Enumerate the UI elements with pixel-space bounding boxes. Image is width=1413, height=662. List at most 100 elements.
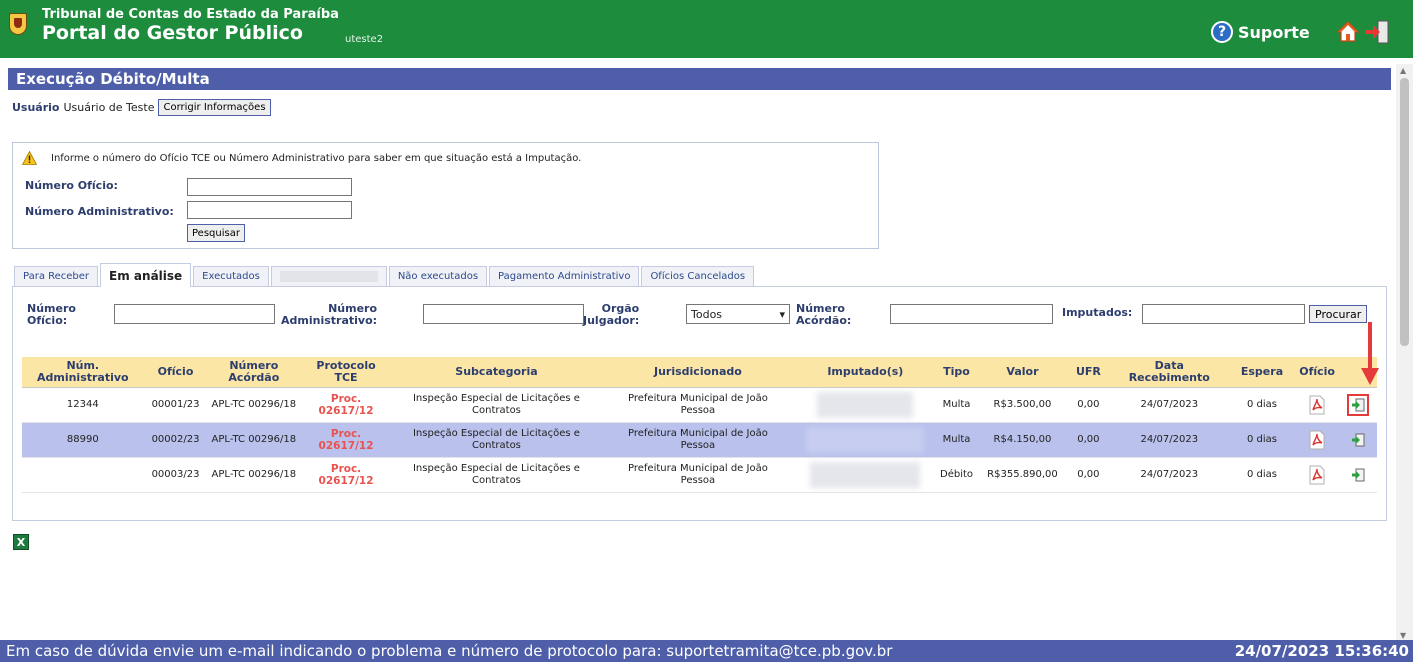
col-espera[interactable]: Espera <box>1229 357 1295 388</box>
open-button[interactable] <box>1347 393 1370 416</box>
cell-action <box>1339 422 1377 458</box>
proc-link-line1[interactable]: Proc. <box>303 393 389 405</box>
question-circle-icon: ? <box>1211 21 1233 43</box>
pdf-icon[interactable] <box>1308 465 1326 485</box>
cell-oficio: 00003/23 <box>143 457 208 493</box>
col-protocolo[interactable]: Protocolo TCE <box>300 357 392 388</box>
cell-subcategoria: Inspeção Especial de Licitações e Contrat… <box>391 457 602 493</box>
support-label: Suporte <box>1238 22 1310 42</box>
col-subcategoria[interactable]: Subcategoria <box>391 357 602 388</box>
cell-protocolo[interactable]: Proc. 02617/12 <box>300 422 392 458</box>
user-name: Usuário de Teste <box>63 101 155 114</box>
cell-action <box>1339 387 1377 423</box>
col-tipo[interactable]: Tipo <box>935 357 978 388</box>
col-jurisdicionado[interactable]: Jurisdicionado <box>601 357 795 388</box>
admin-number-input[interactable] <box>187 201 352 219</box>
chevron-down-icon: ▾ <box>779 307 785 321</box>
col-protocolo-line2: TCE <box>334 370 358 384</box>
search-button[interactable]: Pesquisar <box>187 224 245 242</box>
cell-protocolo[interactable]: Proc. 02617/12 <box>300 387 392 423</box>
footer-text: Em caso de dúvida envie um e-mail indica… <box>6 642 893 660</box>
open-button[interactable] <box>1347 429 1369 451</box>
footer: Em caso de dúvida envie um e-mail indica… <box>0 640 1413 662</box>
proc-link-line1[interactable]: Proc. <box>303 428 389 440</box>
table-row[interactable]: 00003/23 APL-TC 00296/18 Proc. 02617/12 I… <box>22 457 1377 493</box>
proc-link-line1[interactable]: Proc. <box>303 463 389 475</box>
col-valor[interactable]: Valor <box>977 357 1068 388</box>
orgao-select[interactable]: Todos ▾ <box>686 304 790 324</box>
col-acordao[interactable]: Número Acórdão <box>207 357 301 388</box>
support-link[interactable]: ? Suporte <box>1211 20 1310 44</box>
oficio-input[interactable] <box>187 178 352 196</box>
col-data-line1: Data <box>1154 358 1184 372</box>
tab-pagamento-administrativo[interactable]: Pagamento Administrativo <box>489 266 640 286</box>
cell-imputados <box>794 457 936 493</box>
cell-protocolo[interactable]: Proc. 02617/12 <box>300 457 392 493</box>
filter-imputados-input[interactable] <box>1142 304 1305 324</box>
cell-oficio: 00002/23 <box>143 422 208 458</box>
procurar-button[interactable]: Procurar <box>1309 305 1368 323</box>
jurisdicionado-line2: Pessoa <box>680 439 716 451</box>
tab-oficios-cancelados[interactable]: Ofícios Cancelados <box>641 266 755 286</box>
filter-oficio-input[interactable] <box>114 304 275 324</box>
cell-tipo: Débito <box>935 457 978 493</box>
page-title: Execução Débito/Multa <box>8 68 1391 90</box>
col-oficio[interactable]: Ofício <box>143 357 208 388</box>
subcategoria-line2: Contratos <box>472 404 521 416</box>
fix-info-button[interactable]: Corrigir Informações <box>158 99 271 116</box>
user-label: Usuário <box>12 101 60 114</box>
col-num-admin-line1: Núm. <box>66 358 100 372</box>
filter-imputados-label: Imputados: <box>1062 306 1133 319</box>
redacted-label <box>279 271 378 282</box>
tab-redacted[interactable] <box>270 266 387 286</box>
proc-link-line2[interactable]: 02617/12 <box>303 405 389 417</box>
logout-icon[interactable] <box>1364 19 1390 45</box>
open-button[interactable] <box>1347 464 1369 486</box>
info-text: Informe o número do Ofício TCE ou Número… <box>51 153 582 164</box>
scroll-up-icon[interactable]: ▲ <box>1400 66 1406 75</box>
pdf-icon[interactable] <box>1308 395 1326 415</box>
cell-imputados <box>794 422 936 458</box>
table-row[interactable]: 88990 00002/23 APL-TC 00296/18 Proc. 0261… <box>22 422 1377 458</box>
open-arrow-icon <box>1352 398 1365 411</box>
col-oficio-doc[interactable]: Ofício <box>1294 357 1340 388</box>
vertical-scrollbar[interactable]: ▲ ▼ <box>1396 64 1413 642</box>
cell-espera: 0 dias <box>1229 387 1295 423</box>
cell-ufr: 0,00 <box>1067 457 1109 493</box>
proc-link-line2[interactable]: 02617/12 <box>303 440 389 452</box>
filter-acordao-input[interactable] <box>890 304 1053 324</box>
proc-link-line2[interactable]: 02617/12 <box>303 475 389 487</box>
cell-valor: R$355.890,00 <box>977 457 1068 493</box>
col-data-recebimento[interactable]: Data Recebimento <box>1109 357 1230 388</box>
jurisdicionado-line2: Pessoa <box>680 404 716 416</box>
cell-subcategoria: Inspeção Especial de Licitações e Contrat… <box>391 422 602 458</box>
col-imputados[interactable]: Imputado(s) <box>794 357 936 388</box>
tab-em-analise[interactable]: Em análise <box>100 263 192 287</box>
cell-jurisdicionado: Prefeitura Municipal de João Pessoa <box>601 457 795 493</box>
excel-icon[interactable]: X <box>13 534 29 550</box>
open-arrow-icon <box>1352 433 1365 446</box>
pdf-icon[interactable] <box>1308 430 1326 450</box>
cell-imputados <box>794 387 936 423</box>
cell-data-recebimento: 24/07/2023 <box>1109 387 1230 423</box>
col-ufr[interactable]: UFR <box>1067 357 1109 388</box>
cell-espera: 0 dias <box>1229 457 1295 493</box>
home-icon[interactable] <box>1337 21 1359 43</box>
footer-datetime: 24/07/2023 15:36:40 <box>1234 642 1409 660</box>
cell-num-admin: 88990 <box>22 422 144 458</box>
table-row[interactable]: 12344 00001/23 APL-TC 00296/18 Proc. 0261… <box>22 387 1377 423</box>
cell-oficio-doc <box>1294 387 1340 423</box>
tab-executados[interactable]: Executados <box>193 266 269 286</box>
subcategoria-line1: Inspeção Especial de Licitações e <box>412 392 580 404</box>
cell-ufr: 0,00 <box>1067 422 1109 458</box>
col-num-admin[interactable]: Núm. Administrativo <box>22 357 144 388</box>
tab-nao-executados[interactable]: Não executados <box>388 266 488 286</box>
tab-para-receber[interactable]: Para Receber <box>14 266 99 286</box>
filter-admin-input[interactable] <box>423 304 584 324</box>
scroll-down-icon[interactable]: ▼ <box>1400 631 1406 640</box>
scrollbar-thumb[interactable] <box>1400 78 1409 346</box>
coat-of-arms-icon <box>9 13 27 35</box>
cell-acordao: APL-TC 00296/18 <box>207 457 301 493</box>
oficio-label: Número Ofício: <box>25 179 118 192</box>
portal-name: Portal do Gestor Público <box>42 22 303 44</box>
